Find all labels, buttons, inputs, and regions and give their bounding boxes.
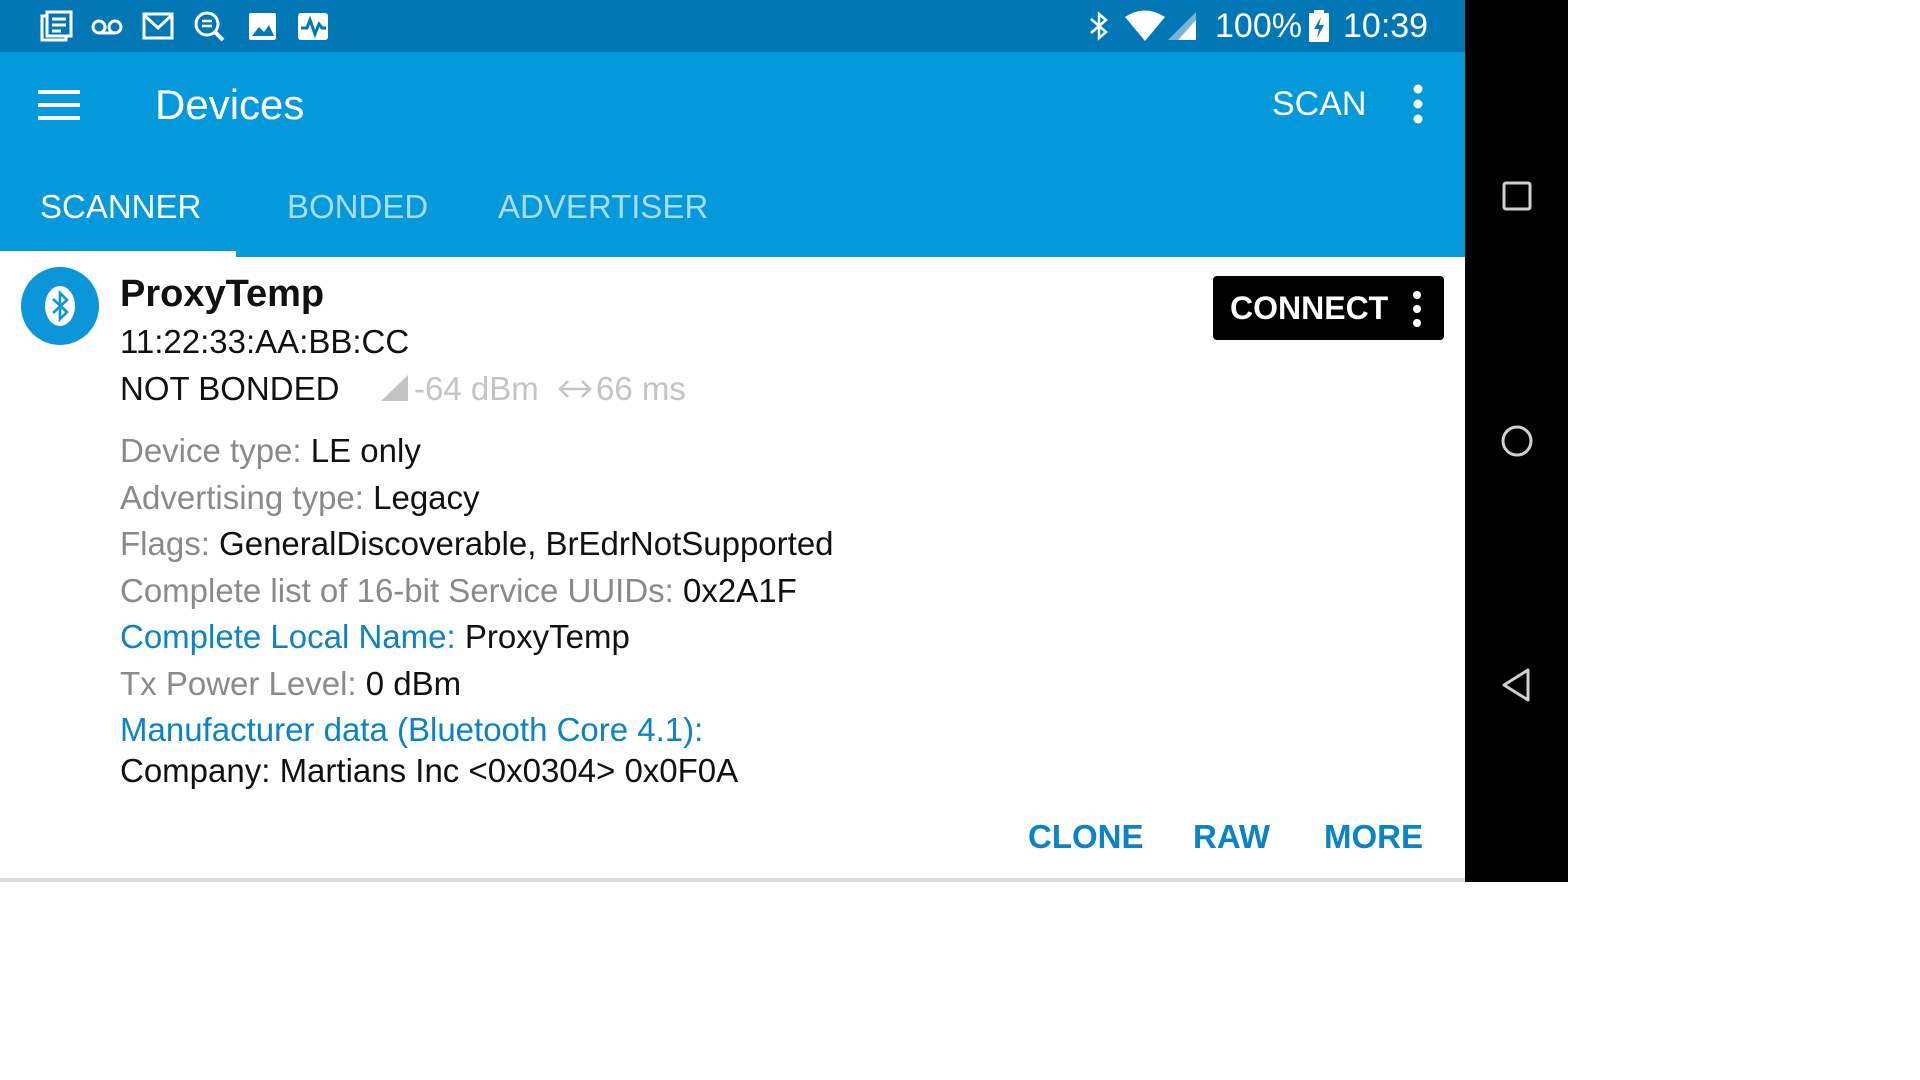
news-icon <box>39 10 73 42</box>
bond-state: NOT BONDED <box>120 370 340 407</box>
page-title: Devices <box>155 81 305 128</box>
tab-indicator <box>0 251 236 257</box>
tab-bonded[interactable]: BONDED <box>287 187 428 227</box>
clock: 10:39 <box>1343 7 1429 45</box>
device-address: 11:22:33:AA:BB:CC <box>120 323 410 360</box>
signal-strength-icon <box>380 374 410 402</box>
search-doc-icon <box>192 10 226 42</box>
detail-value: LE only <box>310 432 421 469</box>
status-bar: 100% 10:39 <box>0 0 1465 52</box>
detail-value: Legacy <box>373 479 480 516</box>
tab-advertiser[interactable]: ADVERTISER <box>498 187 708 227</box>
image-icon <box>246 10 280 42</box>
connect-button[interactable]: CONNECT <box>1213 276 1444 340</box>
device-name: ProxyTemp <box>120 273 325 315</box>
wifi-icon <box>1124 10 1166 42</box>
detail-label: Device type: <box>120 432 311 469</box>
detail-value: ProxyTemp <box>464 618 630 655</box>
recents-icon[interactable] <box>1498 177 1536 215</box>
bluetooth-icon <box>1086 10 1112 42</box>
voicemail-icon <box>90 10 124 42</box>
detail-advertising-type: Advertising type: Legacy <box>120 478 480 518</box>
detail-value: 0 dBm <box>365 665 462 702</box>
clone-button[interactable]: CLONE <box>1028 817 1144 857</box>
interval-arrows-icon <box>558 378 592 400</box>
connect-more-icon[interactable] <box>1407 290 1427 328</box>
detail-service-uuids: Complete list of 16-bit Service UUIDs: 0… <box>120 571 797 611</box>
hamburger-menu-icon[interactable] <box>38 88 82 122</box>
manufacturer-data-label: Manufacturer data (Bluetooth Core 4.1): <box>120 711 704 748</box>
detail-label: Advertising type: <box>120 479 374 516</box>
connect-label: CONNECT <box>1230 290 1389 326</box>
detail-flags: Flags: GeneralDiscoverable, BrEdrNotSupp… <box>120 524 834 564</box>
overflow-menu-icon[interactable] <box>1402 82 1434 126</box>
detail-label: Complete Local Name: <box>120 618 465 655</box>
app-bar: Devices SCAN SCANNER BONDED ADVERTISER <box>0 52 1465 257</box>
rssi-value: -64 dBm <box>414 370 539 407</box>
home-icon[interactable] <box>1498 422 1536 460</box>
raw-button[interactable]: RAW <box>1193 817 1270 857</box>
detail-label: Complete list of 16-bit Service UUIDs: <box>120 572 684 609</box>
manufacturer-data-value: Company: Martians Inc <0x0304> 0x0F0A <box>120 752 739 789</box>
advertising-interval: 66 ms <box>596 370 686 407</box>
detail-label: Flags: <box>120 525 220 562</box>
battery-charging-icon <box>1307 10 1331 42</box>
battery-percent: 100% <box>1215 7 1302 45</box>
device-avatar <box>21 267 99 345</box>
navigation-bar <box>1465 0 1568 882</box>
detail-value: 0x2A1F <box>683 572 797 609</box>
back-icon[interactable] <box>1498 666 1536 704</box>
bluetooth-icon <box>45 286 75 326</box>
gmail-icon <box>141 10 175 42</box>
more-button[interactable]: MORE <box>1324 817 1423 857</box>
detail-device-type: Device type: LE only <box>120 431 421 471</box>
cell-signal-icon <box>1166 10 1198 42</box>
list-divider <box>0 878 1465 882</box>
detail-label: Tx Power Level: <box>120 665 366 702</box>
scan-button[interactable]: SCAN <box>1272 82 1366 126</box>
detail-local-name: Complete Local Name: ProxyTemp <box>120 617 630 657</box>
activity-icon <box>296 10 330 42</box>
tab-scanner[interactable]: SCANNER <box>40 187 201 227</box>
detail-tx-power: Tx Power Level: 0 dBm <box>120 664 461 704</box>
detail-value: GeneralDiscoverable, BrEdrNotSupported <box>219 525 834 562</box>
